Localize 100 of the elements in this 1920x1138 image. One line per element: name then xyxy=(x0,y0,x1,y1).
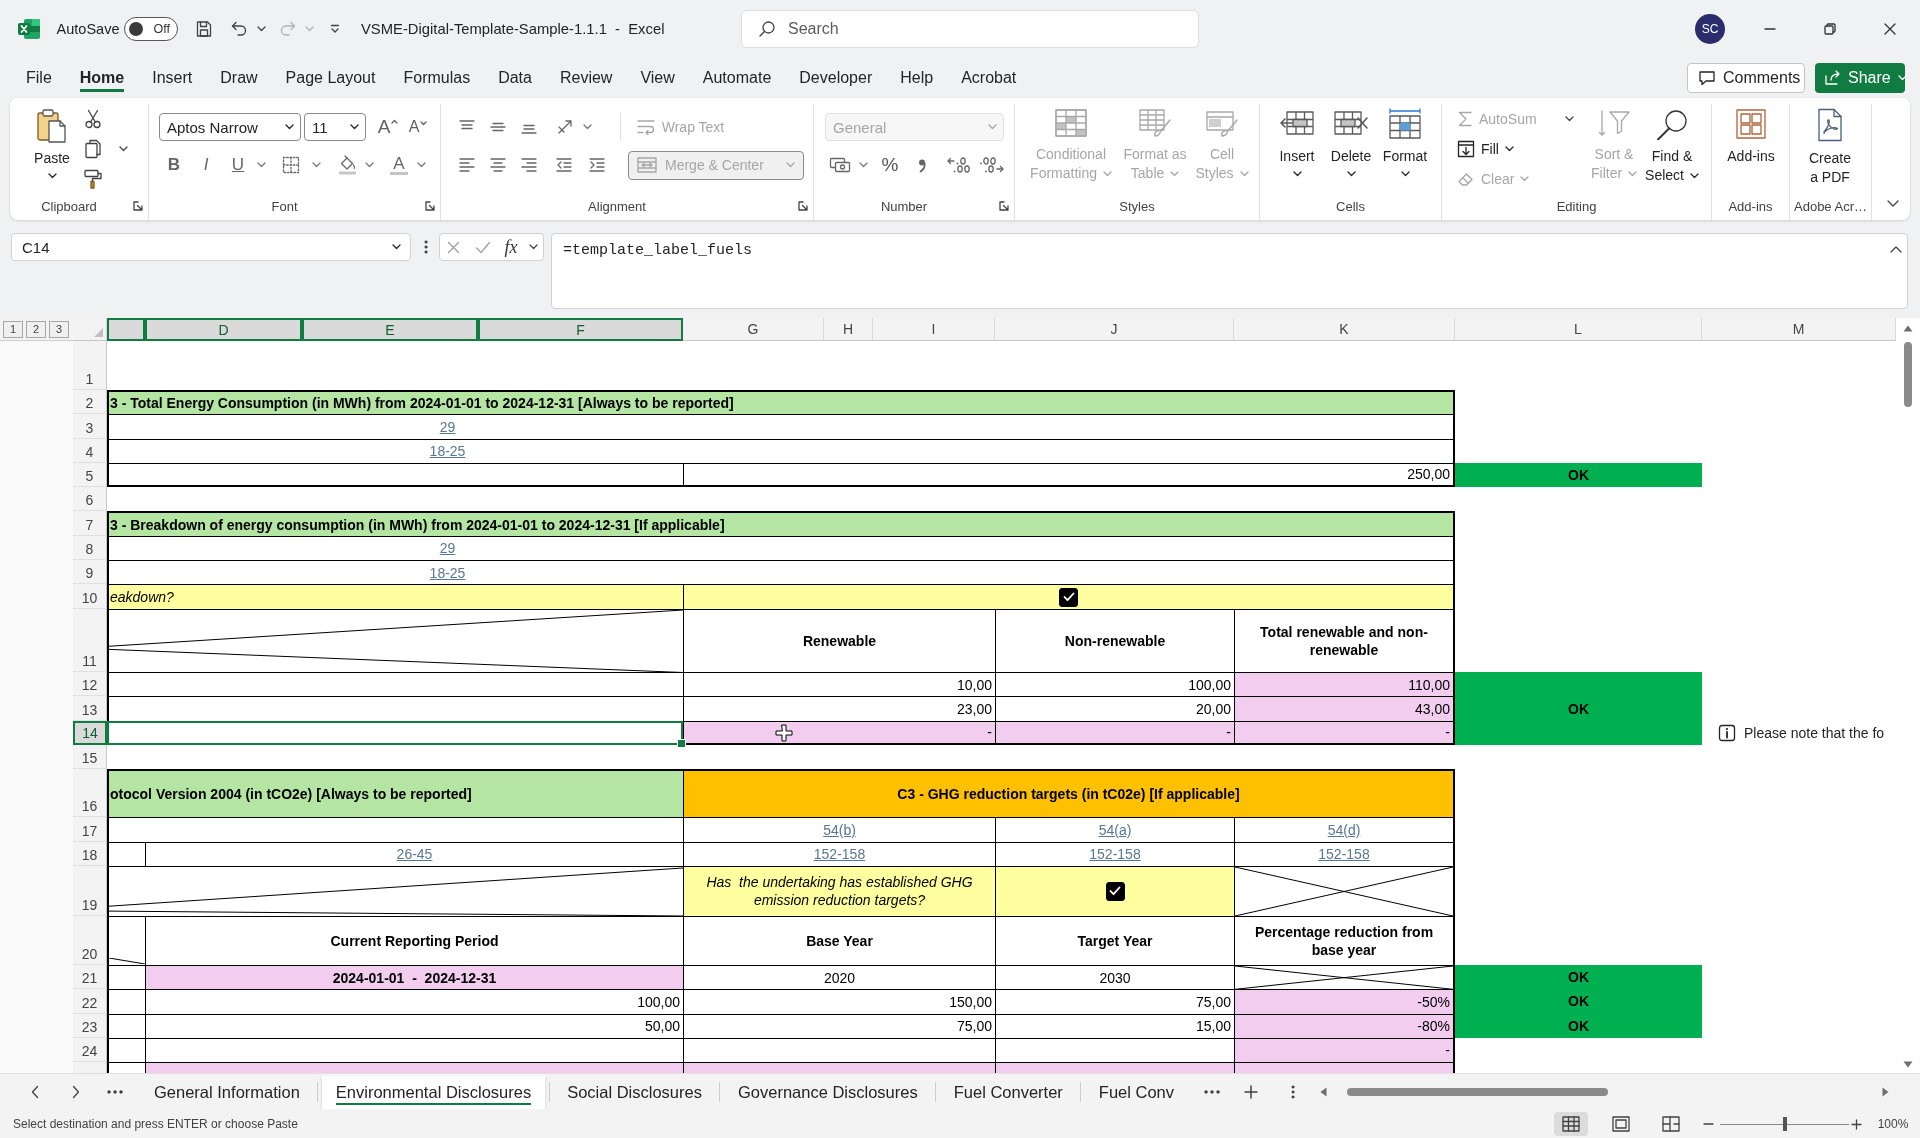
row-header[interactable]: 2 xyxy=(73,390,107,415)
menu-tab[interactable]: Draw xyxy=(206,58,272,98)
row-header[interactable]: 11 xyxy=(73,608,107,673)
chevron-left-icon[interactable] xyxy=(31,1085,39,1099)
reference-link[interactable]: 29 xyxy=(439,417,456,437)
caret-up-icon[interactable] xyxy=(1890,245,1902,253)
row-header[interactable]: 15 xyxy=(73,745,107,770)
scroll-left-icon[interactable] xyxy=(1320,1087,1327,1097)
column-header[interactable]: K xyxy=(1234,318,1455,341)
row-header[interactable]: 16 xyxy=(73,769,107,818)
shrink-font-button[interactable]: A xyxy=(408,118,428,136)
reference-link[interactable]: 29 xyxy=(439,539,456,558)
checkbox[interactable] xyxy=(1059,587,1078,607)
menu-tab[interactable]: Help xyxy=(886,58,948,98)
restore-icon[interactable] xyxy=(1824,23,1836,35)
reference-link[interactable]: 152-158 xyxy=(1089,845,1141,864)
caret-icon[interactable] xyxy=(119,146,128,152)
row-header[interactable]: 10 xyxy=(73,584,107,609)
caret-icon[interactable] xyxy=(311,162,321,168)
column-header[interactable]: J xyxy=(995,318,1234,341)
formula-field[interactable]: =template_label_fuels xyxy=(551,233,1908,309)
scroll-down-icon[interactable] xyxy=(1903,1061,1913,1068)
caret-icon[interactable] xyxy=(416,162,426,168)
save-icon[interactable] xyxy=(195,20,213,38)
reference-link[interactable]: 54(a) xyxy=(1098,820,1132,840)
close-icon[interactable] xyxy=(1884,23,1896,35)
menu-tab[interactable]: Developer xyxy=(785,58,887,98)
checkbox[interactable] xyxy=(1105,881,1125,901)
launcher-icon[interactable] xyxy=(798,201,808,211)
search-field[interactable]: Search xyxy=(741,10,1199,48)
more-icon[interactable] xyxy=(1204,1090,1220,1094)
scroll-right-icon[interactable] xyxy=(1882,1087,1889,1097)
menu-tab[interactable]: Review xyxy=(545,58,627,98)
row-header[interactable]: 19 xyxy=(73,865,107,916)
column-header[interactable]: M xyxy=(1702,318,1896,341)
launcher-icon[interactable] xyxy=(133,201,143,211)
borders-icon[interactable] xyxy=(282,156,300,174)
row-header[interactable]: 21 xyxy=(73,964,107,990)
row-header[interactable]: 1 xyxy=(73,341,107,390)
column-header[interactable]: H xyxy=(824,318,873,341)
caret-icon[interactable] xyxy=(582,124,592,130)
checkmark-icon[interactable] xyxy=(475,240,491,254)
font-color-button[interactable]: A xyxy=(390,155,408,175)
column-header[interactable]: G xyxy=(683,318,824,341)
sheet-tab[interactable]: Fuel Converter xyxy=(939,1075,1077,1109)
name-box[interactable]: C14 xyxy=(11,233,411,261)
bold-button[interactable]: B xyxy=(163,155,185,175)
row-header[interactable]: 18 xyxy=(73,841,107,866)
menu-tab[interactable]: Home xyxy=(65,58,139,98)
align-center-icon[interactable] xyxy=(489,157,507,173)
outline-level-button[interactable]: 2 xyxy=(26,320,46,338)
row-header[interactable]: 13 xyxy=(73,696,107,721)
caret-icon[interactable] xyxy=(528,244,538,250)
sheet-tab[interactable]: Fuel Conv xyxy=(1084,1075,1189,1109)
caret-icon[interactable] xyxy=(1887,200,1899,208)
row-header[interactable]: 7 xyxy=(73,511,107,536)
align-right-icon[interactable] xyxy=(520,157,538,173)
reference-link[interactable]: 152-158 xyxy=(813,845,866,864)
comments-button[interactable]: Comments xyxy=(1687,63,1805,93)
cut-icon[interactable] xyxy=(84,109,102,129)
row-header[interactable]: 6 xyxy=(73,487,107,512)
add-ins-button[interactable]: Add-ins xyxy=(1721,104,1781,196)
sheet-tab[interactable]: Social Disclosures xyxy=(553,1075,716,1109)
sheet-tab[interactable]: Environmental Disclosures xyxy=(321,1075,546,1109)
row-header[interactable]: 12 xyxy=(73,672,107,697)
font-name-dropdown[interactable]: Aptos Narrow xyxy=(159,113,301,141)
menu-tab[interactable]: Automate xyxy=(688,58,786,98)
paint-roller-icon[interactable] xyxy=(83,169,103,189)
menu-tab[interactable]: Page Layout xyxy=(271,58,390,98)
autosave-toggle[interactable]: Off xyxy=(124,17,178,41)
row-header[interactable]: 24 xyxy=(73,1037,107,1063)
row-header[interactable]: 5 xyxy=(73,462,107,488)
caret-icon[interactable] xyxy=(256,26,266,32)
column-header[interactable] xyxy=(107,318,145,341)
paste-button[interactable]: Paste xyxy=(34,104,70,196)
fill-button[interactable]: Fill xyxy=(1457,140,1514,158)
insert-button[interactable]: Insert xyxy=(1272,104,1322,196)
caret-icon[interactable] xyxy=(858,162,868,168)
caret-icon[interactable] xyxy=(1565,116,1574,122)
increase-decimal-icon[interactable] xyxy=(946,156,972,174)
column-header[interactable]: F xyxy=(478,318,683,341)
align-left-icon[interactable] xyxy=(458,157,476,173)
underline-button[interactable]: U xyxy=(227,155,249,175)
row-header[interactable]: 4 xyxy=(73,438,107,463)
chevron-right-icon[interactable] xyxy=(72,1085,80,1099)
copy-icon[interactable] xyxy=(84,139,102,159)
sheet-tab[interactable]: General Information xyxy=(140,1075,314,1109)
increase-indent-icon[interactable] xyxy=(588,157,606,173)
grow-font-button[interactable]: A xyxy=(377,117,399,137)
reference-link[interactable]: 54(b) xyxy=(823,820,856,840)
menu-tab[interactable]: View xyxy=(626,58,689,98)
caret-icon[interactable] xyxy=(256,162,266,168)
menu-tab[interactable]: Acrobat xyxy=(947,58,1031,98)
caret-icon[interactable] xyxy=(364,162,374,168)
view-button[interactable] xyxy=(1554,1112,1588,1136)
undo-icon[interactable] xyxy=(230,20,248,38)
scroll-up-icon[interactable] xyxy=(1903,325,1913,332)
scrollbar-thumb[interactable] xyxy=(1904,342,1912,407)
slider-thumb[interactable] xyxy=(1782,1117,1787,1131)
share-button[interactable]: Share xyxy=(1815,63,1905,93)
